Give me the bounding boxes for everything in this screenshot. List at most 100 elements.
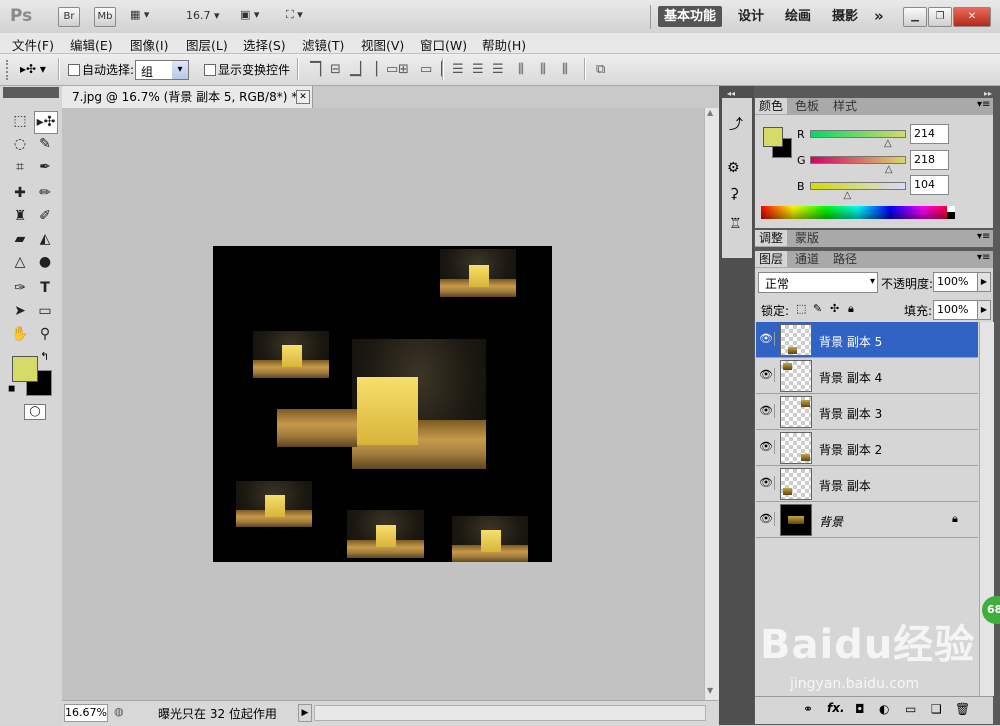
green-slider[interactable] <box>810 156 906 164</box>
auto-select-dropdown[interactable]: 组 ▾ <box>135 60 189 80</box>
horizontal-scrollbar[interactable] <box>314 705 706 721</box>
trash-icon[interactable]: 🗑︎ <box>955 702 970 716</box>
document-canvas[interactable] <box>213 246 552 562</box>
menu-edit[interactable]: 编辑(E) <box>70 35 113 54</box>
align-top-icon[interactable]: ▔▏ <box>310 62 330 77</box>
zoom-level-dropdown[interactable]: 16.7 ▾ <box>186 9 220 22</box>
layer-row[interactable]: 👁︎ 背景 副本 3 <box>756 394 978 430</box>
tab-masks[interactable]: 蒙版 <box>791 230 824 246</box>
menu-help[interactable]: 帮助(H) <box>482 35 526 54</box>
layer-row[interactable]: 👁︎ 背景 副本 2 <box>756 430 978 466</box>
align-left-icon[interactable]: ▏▭ <box>376 62 398 77</box>
hand-tool-icon[interactable]: ✋ <box>9 324 31 345</box>
layer-name[interactable]: 背景 副本 <box>819 477 871 494</box>
default-colors-icon[interactable]: ◼ <box>8 384 15 394</box>
paint-bucket-tool-icon[interactable]: ◭ <box>34 229 56 250</box>
close-button[interactable]: ✕ <box>953 7 991 27</box>
align-hcenter-icon[interactable]: ⊞ <box>398 62 409 77</box>
workspace-photography[interactable]: 摄影 <box>832 6 858 27</box>
eraser-tool-icon[interactable]: ▰ <box>9 229 31 250</box>
minimize-button[interactable]: ▁ <box>903 7 927 27</box>
fill-input[interactable]: 100% <box>933 300 982 320</box>
layer-name[interactable]: 背景 <box>819 513 843 530</box>
brush-tool-icon[interactable]: ✏ <box>34 183 56 204</box>
color-spectrum-ramp[interactable] <box>761 206 955 219</box>
quick-selection-tool-icon[interactable]: ✎ <box>34 134 56 155</box>
menu-window[interactable]: 窗口(W) <box>420 35 467 54</box>
visibility-eye-icon[interactable]: 👁︎ <box>758 332 775 346</box>
toolbox-header[interactable] <box>3 87 59 98</box>
new-group-icon[interactable]: ▭ <box>905 702 916 716</box>
new-layer-icon[interactable]: ❑ <box>931 702 942 716</box>
red-slider[interactable] <box>810 130 906 138</box>
eyedropper-tool-icon[interactable]: ✒ <box>34 157 56 178</box>
tab-swatches[interactable]: 色板 <box>791 98 824 114</box>
layer-name[interactable]: 背景 副本 3 <box>819 405 882 422</box>
zoom-tool-icon[interactable]: ⚲ <box>34 324 56 345</box>
scroll-down-icon[interactable]: ▼ <box>707 686 713 695</box>
auto-align-layers-icon[interactable]: ⧉ <box>596 62 605 77</box>
layers-scrollbar[interactable] <box>979 322 994 696</box>
workspace-design[interactable]: 设计 <box>738 6 764 27</box>
lock-transparent-icon[interactable]: ⬚ <box>796 302 806 315</box>
move-tool-icon[interactable]: ▸✣ <box>34 111 58 134</box>
document-tab[interactable]: 7.jpg @ 16.7% (背景 副本 5, RGB/8*) * <box>62 86 313 108</box>
panel-menu-icon[interactable]: ▾≡ <box>977 252 990 263</box>
workspace-painting[interactable]: 绘画 <box>785 6 811 27</box>
panel-menu-icon[interactable]: ▾≡ <box>977 99 990 110</box>
pen-tool-icon[interactable]: ✑ <box>9 278 31 299</box>
layer-name[interactable]: 背景 副本 4 <box>819 369 882 386</box>
status-menu-icon[interactable]: ◍ <box>114 705 124 718</box>
clone-source-icon[interactable]: ⚳ <box>729 186 739 202</box>
brush-presets-icon[interactable]: ⚙ <box>727 160 740 176</box>
spot-healing-tool-icon[interactable]: ✚ <box>9 183 31 204</box>
collapse-dock-icon[interactable]: ◂◂ <box>727 89 735 98</box>
lock-all-icon[interactable]: 🔒︎ <box>848 302 854 316</box>
menu-file[interactable]: 文件(F) <box>12 35 54 54</box>
layer-name[interactable]: 背景 副本 2 <box>819 441 882 458</box>
opacity-arrow-icon[interactable]: ▶ <box>977 272 991 292</box>
vertical-scrollbar[interactable]: ▲ ▼ <box>704 108 719 700</box>
status-arrow-icon[interactable]: ▶ <box>298 704 312 722</box>
history-brush-tool-icon[interactable]: ✐ <box>34 206 56 227</box>
arrange-documents-button[interactable]: ▣ ▾ <box>240 8 259 21</box>
type-tool-icon[interactable]: T <box>34 278 56 299</box>
swap-colors-icon[interactable]: ↰ <box>40 350 49 363</box>
distribute-right-icon[interactable]: ⫼ <box>562 62 568 77</box>
layer-row[interactable]: 👁︎ 背景 副本 4 <box>756 358 978 394</box>
quick-mask-icon[interactable]: ◯ <box>24 404 46 420</box>
visibility-eye-icon[interactable]: 👁︎ <box>758 368 775 382</box>
blue-slider-thumb[interactable]: △ <box>844 190 852 201</box>
blue-slider[interactable] <box>810 182 906 190</box>
distribute-bottom-icon[interactable]: ☰ <box>492 62 504 77</box>
tab-styles[interactable]: 样式 <box>829 98 862 114</box>
tab-color[interactable]: 颜色 <box>755 98 788 114</box>
menu-layer[interactable]: 图层(L) <box>186 35 228 54</box>
tool-presets-icon[interactable]: ♖ <box>729 216 742 232</box>
workspace-essentials[interactable]: 基本功能 <box>658 6 722 27</box>
visibility-eye-icon[interactable]: 👁︎ <box>758 404 775 418</box>
screen-mode-button[interactable]: ⛶ ▾ <box>286 8 303 22</box>
view-extras-button[interactable]: ▦ ▾ <box>130 8 162 24</box>
distribute-hcenter-icon[interactable]: ⫼ <box>540 62 546 77</box>
tool-preset-picker[interactable]: ▸✣ ▾ <box>20 62 46 76</box>
options-grip[interactable] <box>6 60 10 80</box>
dodge-tool-icon[interactable]: ● <box>34 252 56 273</box>
scroll-up-icon[interactable]: ▲ <box>707 108 713 117</box>
restore-button[interactable]: ❐ <box>928 7 952 27</box>
expand-dock-icon[interactable]: ▸▸ <box>984 89 992 98</box>
show-transform-checkbox[interactable] <box>204 64 216 76</box>
green-value-input[interactable]: 218 <box>910 150 949 170</box>
fx-icon[interactable]: fx. <box>827 701 845 715</box>
tab-adjustments[interactable]: 调整 <box>755 230 788 246</box>
align-vcenter-icon[interactable]: ⊟ <box>330 62 341 77</box>
distribute-top-icon[interactable]: ☰ <box>452 62 464 77</box>
align-bottom-icon[interactable]: ▁▏ <box>350 62 370 77</box>
menu-filter[interactable]: 滤镜(T) <box>302 35 344 54</box>
zoom-field[interactable]: 16.67% <box>64 704 108 722</box>
menu-select[interactable]: 选择(S) <box>243 35 286 54</box>
blur-tool-icon[interactable]: △ <box>9 252 31 273</box>
green-slider-thumb[interactable]: △ <box>885 164 893 175</box>
marquee-tool-icon[interactable]: ⬚ <box>9 111 31 132</box>
red-value-input[interactable]: 214 <box>910 124 949 144</box>
